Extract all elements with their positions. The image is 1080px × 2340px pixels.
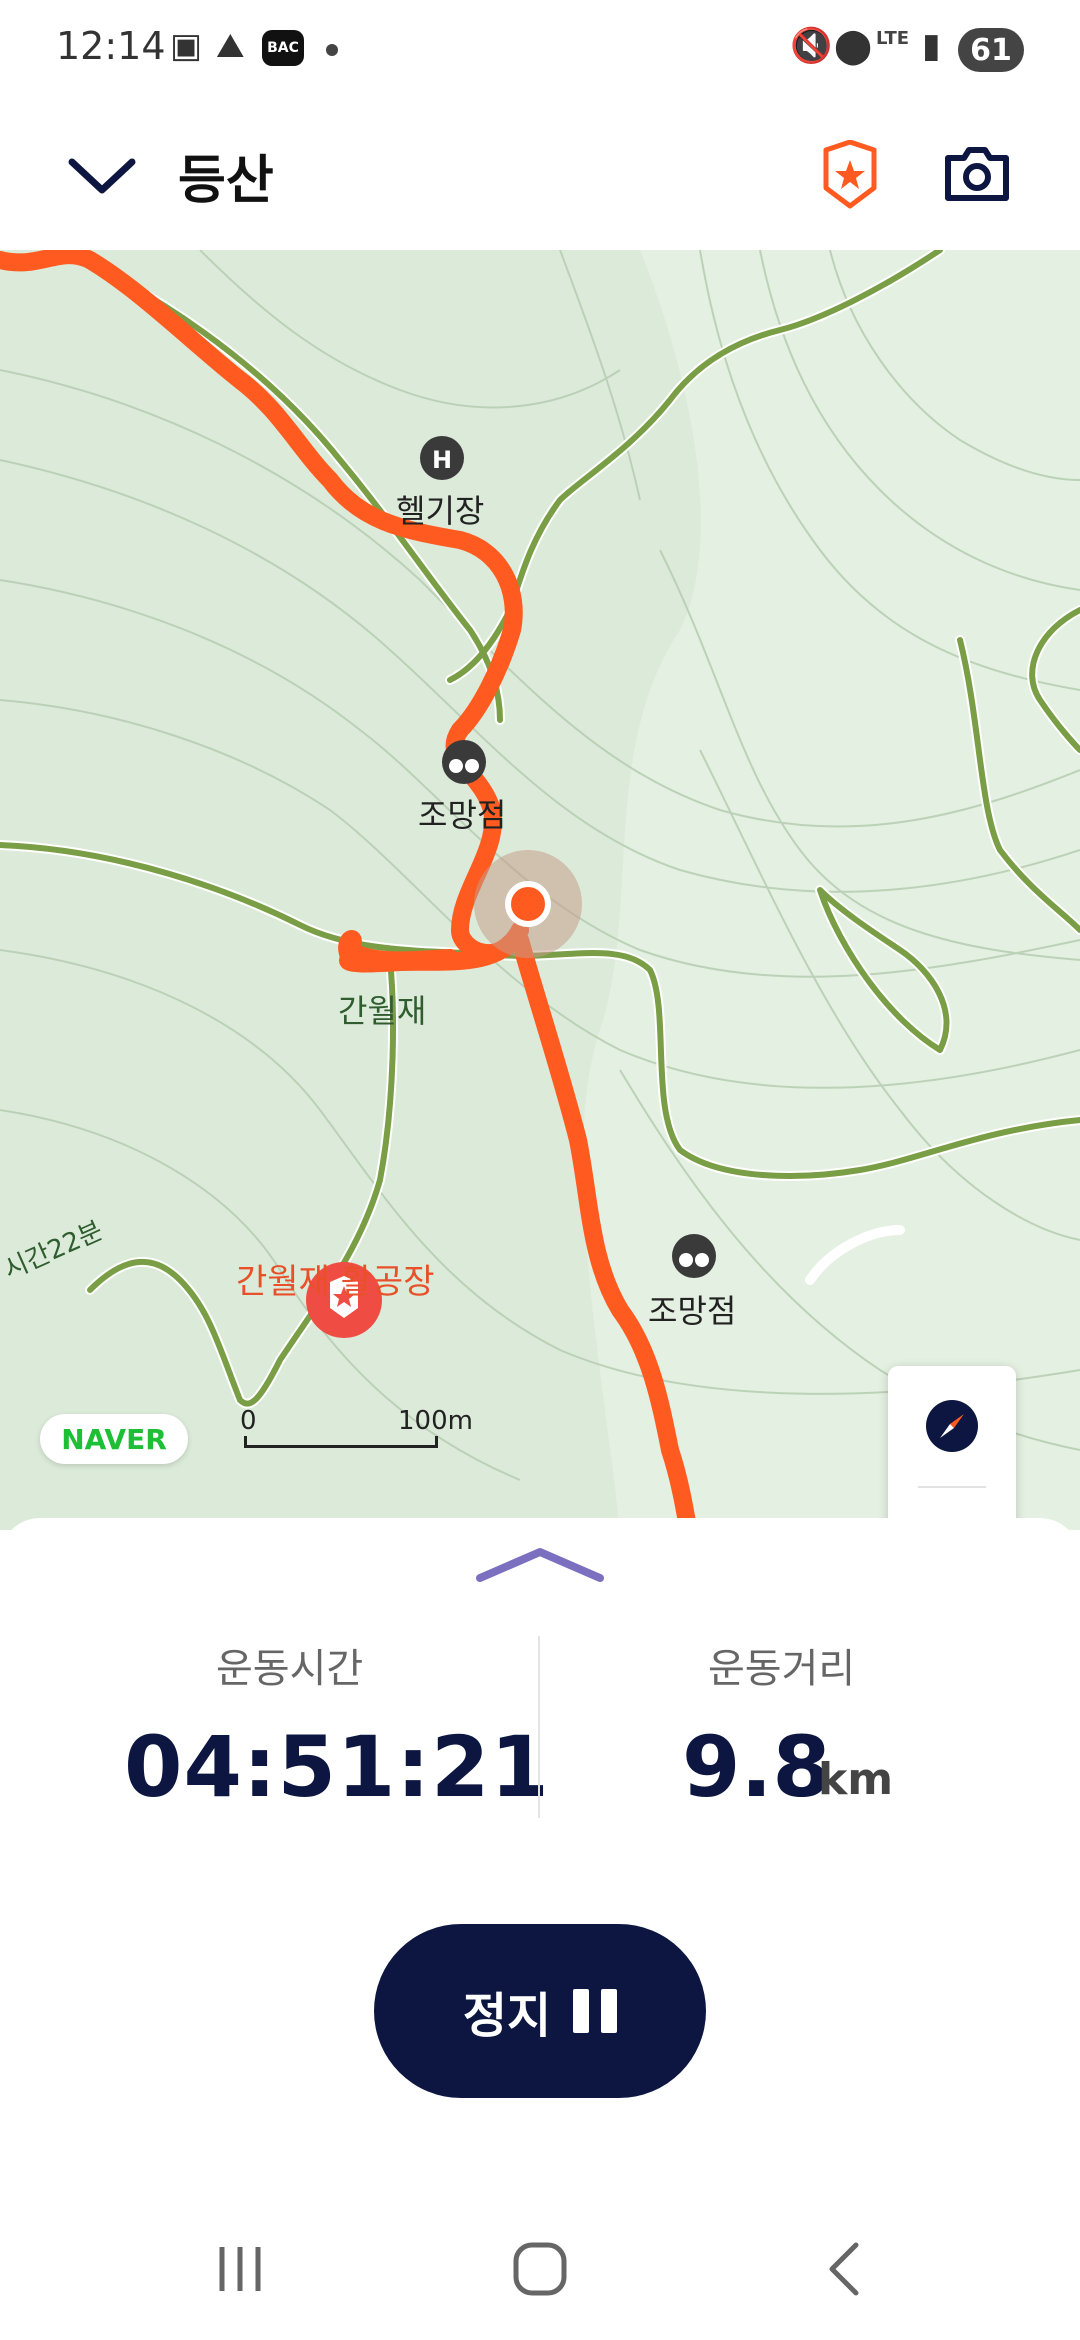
expand-sheet-handle[interactable] bbox=[476, 1544, 604, 1584]
bac-app-icon: BAC bbox=[262, 30, 304, 66]
chevron-down-icon[interactable] bbox=[62, 148, 142, 208]
app-header: 등산 bbox=[0, 100, 1080, 250]
battery-icon: 61 bbox=[958, 28, 1024, 72]
scale-end-label: 100m bbox=[398, 1406, 473, 1436]
poi-viewpoint-label[interactable]: 조망점 bbox=[648, 1286, 736, 1332]
distance-unit: km bbox=[818, 1754, 894, 1805]
time-value: 04:51:21 bbox=[124, 1718, 550, 1816]
poi-pass-label[interactable]: 간월재 bbox=[338, 986, 426, 1032]
lte-icon: LTE bbox=[876, 28, 910, 49]
distance-value: 9.8 bbox=[682, 1718, 831, 1816]
poi-helipad-label[interactable]: 헬기장 bbox=[396, 486, 484, 532]
binoculars-icon bbox=[672, 1234, 716, 1278]
recent-apps-button[interactable] bbox=[200, 2234, 280, 2304]
scale-start-label: 0 bbox=[240, 1406, 257, 1436]
system-nav-bar bbox=[0, 2200, 1080, 2340]
stats-divider bbox=[538, 1636, 540, 1818]
distance-label: 운동거리 bbox=[708, 1646, 856, 1692]
poi-viewpoint-label[interactable]: 조망점 bbox=[418, 790, 506, 836]
poi-hanggliding-label[interactable]: 간월재 활공장 bbox=[236, 1254, 435, 1303]
home-icon bbox=[513, 2242, 567, 2296]
screenshot-icon: ▣ bbox=[170, 26, 203, 66]
signal-icon: ▮ bbox=[922, 26, 941, 66]
compass-button[interactable] bbox=[888, 1366, 1016, 1486]
recent-apps-icon bbox=[219, 2247, 261, 2291]
stop-label: 정지 bbox=[462, 1988, 552, 2044]
home-button[interactable] bbox=[500, 2234, 580, 2304]
svg-text:H: H bbox=[432, 446, 452, 474]
pause-icon bbox=[573, 1989, 618, 2033]
camera-icon[interactable] bbox=[942, 144, 1012, 204]
helipad-icon: H bbox=[420, 436, 464, 480]
binoculars-icon bbox=[442, 740, 486, 784]
map-view[interactable]: H 헬기장 조망점 간월재 조망점 간월재 활공장 시간22분 NAVER 0 … bbox=[0, 250, 1080, 1530]
status-bar: 12:14 ▣ ⛰ BAC 🔇 ⬤ LTE ▮ 61 bbox=[0, 0, 1080, 100]
compass-icon bbox=[926, 1400, 978, 1452]
status-time: 12:14 bbox=[56, 24, 166, 68]
course-badge-icon[interactable] bbox=[818, 140, 882, 210]
location-icon: ⬤ bbox=[834, 26, 873, 66]
back-icon bbox=[829, 2242, 859, 2296]
page-title: 등산 bbox=[178, 151, 274, 211]
mute-vibrate-icon: 🔇 bbox=[790, 26, 833, 66]
scale-bar bbox=[244, 1436, 438, 1448]
stop-pause-button[interactable]: 정지 bbox=[374, 1924, 706, 2098]
notification-dot-icon bbox=[326, 44, 338, 56]
back-button[interactable] bbox=[806, 2234, 886, 2304]
naver-logo: NAVER bbox=[40, 1414, 188, 1464]
app-icon: ⛰ bbox=[216, 26, 245, 66]
time-label: 운동시간 bbox=[216, 1646, 364, 1692]
map-controls bbox=[888, 1366, 1016, 1530]
map-canvas: H bbox=[0, 250, 1080, 1530]
